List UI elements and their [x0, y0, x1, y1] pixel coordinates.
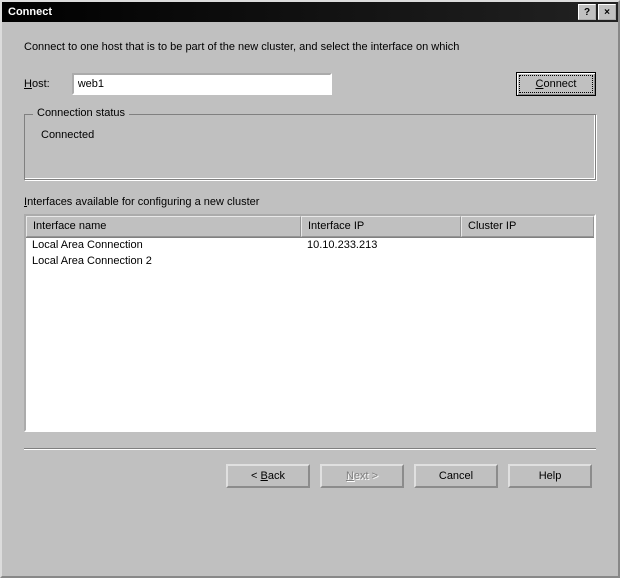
column-header-ip[interactable]: Interface IP: [301, 216, 461, 237]
interfaces-listview[interactable]: Interface name Interface IP Cluster IP L…: [24, 214, 596, 432]
interfaces-label: Interfaces available for configuring a n…: [24, 196, 596, 208]
cell-interface-ip: 10.10.233.213: [301, 238, 461, 254]
cell-cluster-ip: [461, 254, 594, 270]
next-button[interactable]: Next >: [320, 464, 404, 488]
wizard-buttons: < Back Next > Cancel Help: [24, 464, 596, 488]
connection-status-group: Connection status Connected: [24, 114, 596, 180]
connect-button[interactable]: Connect: [516, 72, 596, 96]
titlebar-buttons: ? ×: [578, 4, 616, 20]
dialog-content: Connect to one host that is to be part o…: [2, 22, 618, 576]
cell-cluster-ip: [461, 238, 594, 254]
listview-header: Interface name Interface IP Cluster IP: [26, 216, 594, 238]
connection-status-text: Connected: [37, 129, 583, 141]
close-titlebar-button[interactable]: ×: [598, 4, 616, 20]
help-titlebar-button[interactable]: ?: [578, 4, 596, 20]
listview-body: Local Area Connection 10.10.233.213 Loca…: [26, 238, 594, 430]
cell-interface-ip: [301, 254, 461, 270]
table-row[interactable]: Local Area Connection 2: [26, 254, 594, 270]
titlebar: Connect ? ×: [2, 2, 618, 22]
instruction-text: Connect to one host that is to be part o…: [24, 40, 596, 54]
cancel-button[interactable]: Cancel: [414, 464, 498, 488]
help-button[interactable]: Help: [508, 464, 592, 488]
host-input[interactable]: [72, 73, 332, 95]
dialog-window: Connect ? × Connect to one host that is …: [0, 0, 620, 578]
cell-interface-name: Local Area Connection 2: [26, 254, 301, 270]
host-label: Host:: [24, 78, 50, 90]
table-row[interactable]: Local Area Connection 10.10.233.213: [26, 238, 594, 254]
back-button[interactable]: < Back: [226, 464, 310, 488]
column-header-cluster[interactable]: Cluster IP: [461, 216, 594, 237]
cell-interface-name: Local Area Connection: [26, 238, 301, 254]
window-title: Connect: [8, 6, 52, 18]
host-row: Host: Connect: [24, 72, 596, 96]
separator: [24, 448, 596, 450]
column-header-name[interactable]: Interface name: [26, 216, 301, 237]
connection-status-legend: Connection status: [33, 107, 129, 119]
